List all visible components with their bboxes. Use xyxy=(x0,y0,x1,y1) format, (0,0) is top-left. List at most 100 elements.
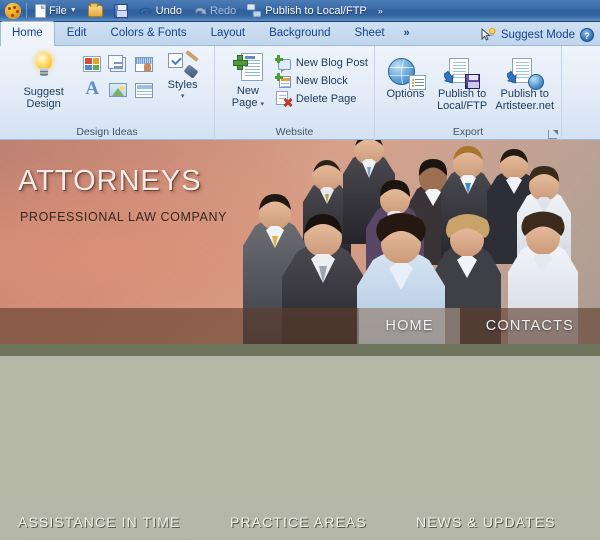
suggest-design-button[interactable]: Suggest Design xyxy=(6,51,81,110)
delete-page-icon xyxy=(275,91,291,106)
website-preview[interactable]: ATTORNEYS PROFESSIONAL LAW COMPANY HOME … xyxy=(0,140,600,540)
column-practice-areas: PRACTICE AREAS › Lorem ipsum dolor sit C… xyxy=(218,514,408,540)
group-title-website: Website xyxy=(275,126,314,138)
page-layout-icon[interactable] xyxy=(133,79,155,101)
publish-ftp-label: Publish to Local/FTP xyxy=(265,4,367,17)
undo-label: Undo xyxy=(155,4,182,17)
document-icon xyxy=(35,3,46,18)
ribbon-empty-area xyxy=(561,46,600,140)
help-icon[interactable]: ? xyxy=(580,28,594,42)
new-blog-post-button[interactable]: New Blog Post xyxy=(274,55,368,73)
column-assistance-in-time: ASSISTANCE IN TIME xyxy=(0,514,218,540)
lightbulb-icon xyxy=(31,53,57,83)
photo-image-icon[interactable] xyxy=(107,79,129,101)
options-globe-icon xyxy=(388,58,427,90)
publish-local-ftp-label-line1: Publish to xyxy=(437,88,487,100)
save-button[interactable] xyxy=(111,3,131,19)
delete-page-button[interactable]: Delete Page xyxy=(275,91,368,106)
nav-link-contacts[interactable]: CONTACTS xyxy=(460,308,600,344)
column-heading-news-updates: NEWS & UPDATES xyxy=(416,514,556,530)
redo-arrow-icon xyxy=(193,5,207,17)
new-block-icon xyxy=(274,73,291,88)
artisteer-palette-icon[interactable] xyxy=(5,2,21,19)
suggest-mode-label[interactable]: Suggest Mode xyxy=(501,29,575,41)
ribbon: Suggest Design A Styles ▾ Design Ideas N… xyxy=(0,46,600,140)
tab-sheet[interactable]: Sheet xyxy=(342,21,396,45)
new-blog-post-label: New Blog Post xyxy=(295,56,368,69)
ribbon-tab-bar: Home Edit Colors & Fonts Layout Backgrou… xyxy=(0,21,600,46)
chevron-down-icon: ▾ xyxy=(180,93,185,100)
tab-colors-fonts[interactable]: Colors & Fonts xyxy=(99,21,199,45)
new-page-button[interactable]: New Page ▾ xyxy=(221,51,275,111)
duplicate-block-icon[interactable] xyxy=(107,53,129,75)
column-heading-practice-areas: PRACTICE AREAS xyxy=(230,514,367,530)
design-ideas-small-buttons: A xyxy=(81,53,157,103)
artisteer-window: File ▼ Undo Redo Publish to Local/FTP » … xyxy=(0,0,600,540)
website-body: New Page ▾ New Blog Post New Block Delet… xyxy=(215,46,374,125)
publish-local-ftp-icon xyxy=(442,58,481,89)
publish-to-local-ftp-button[interactable]: Publish to Local/FTP xyxy=(244,3,370,19)
checkbox-brush-icon xyxy=(167,50,199,79)
open-button[interactable] xyxy=(85,2,106,18)
suggest-design-label: Suggest Design xyxy=(23,86,64,110)
styles-button[interactable]: Styles ▾ xyxy=(157,50,208,100)
group-title-design-ideas: Design Ideas xyxy=(76,126,138,138)
site-banner: ATTORNEYS PROFESSIONAL LAW COMPANY HOME … xyxy=(0,140,600,356)
site-subtitle: PROFESSIONAL LAW COMPANY xyxy=(20,210,228,224)
content-columns: ASSISTANCE IN TIME PRACTICE AREAS NEWS &… xyxy=(0,496,600,540)
group-title-export: Export xyxy=(375,125,561,140)
open-folder-icon xyxy=(87,2,103,17)
site-title: ATTORNEYS xyxy=(18,165,202,197)
tab-edit[interactable]: Edit xyxy=(55,21,99,45)
new-page-label-line1: New xyxy=(236,85,259,97)
export-body: Options Publish to Local/FTP Publish to … xyxy=(375,46,561,125)
dialog-launcher-icon[interactable] xyxy=(548,130,558,139)
column-heading-assistance: ASSISTANCE IN TIME xyxy=(18,514,181,530)
publish-ftp-icon xyxy=(246,3,262,18)
design-ideas-body: Suggest Design A Styles ▾ xyxy=(0,46,214,125)
chevron-down-icon: ▾ xyxy=(260,101,265,108)
column-news-updates: NEWS & UPDATES 17 Apr Lorem ipsum dolor … xyxy=(408,514,598,540)
undo-button[interactable]: Undo xyxy=(136,4,185,18)
tab-layout[interactable]: Layout xyxy=(199,21,258,45)
banner-bottom-border xyxy=(0,344,600,356)
publish-artisteer-icon xyxy=(505,58,544,90)
tab-home[interactable]: Home xyxy=(0,21,55,46)
color-tiles-icon[interactable] xyxy=(81,53,103,75)
nav-link-home[interactable]: HOME xyxy=(359,308,460,344)
redo-label: Redo xyxy=(209,4,237,17)
new-block-button[interactable]: New Block xyxy=(274,73,368,88)
new-blog-post-icon xyxy=(274,55,291,73)
new-block-label: New Block xyxy=(295,74,348,87)
redo-button[interactable]: Redo xyxy=(190,4,239,18)
quick-access-overflow-button[interactable]: » xyxy=(375,5,386,17)
site-content: ASSISTANCE IN TIME PRACTICE AREAS NEWS &… xyxy=(0,496,600,540)
save-disk-icon xyxy=(113,3,128,18)
toolbar-divider xyxy=(26,3,27,18)
delete-page-label: Delete Page xyxy=(295,92,357,105)
ribbon-tab-bar-right: Suggest Mode ? xyxy=(481,27,600,45)
tab-background[interactable]: Background xyxy=(257,21,342,45)
styles-label: Styles xyxy=(167,79,198,91)
website-actions: New Blog Post New Block Delete Page xyxy=(274,51,368,106)
font-letter-icon[interactable]: A xyxy=(81,79,103,101)
quick-access-toolbar: File ▼ Undo Redo Publish to Local/FTP » xyxy=(0,0,600,22)
ribbon-group-export: Options Publish to Local/FTP Publish to … xyxy=(374,46,561,140)
undo-arrow-icon xyxy=(139,5,153,17)
ribbon-group-website: New Page ▾ New Blog Post New Block Delet… xyxy=(214,46,374,140)
file-menu-label: File xyxy=(49,4,67,17)
tab-overflow[interactable]: » xyxy=(397,21,417,45)
new-page-icon xyxy=(232,53,263,85)
publish-artisteer-label-line2: Artisteer.net xyxy=(495,100,555,112)
file-menu-button[interactable]: File ▼ xyxy=(32,3,80,19)
publish-local-ftp-button[interactable]: Publish to Local/FTP xyxy=(432,54,493,112)
publish-artisteer-button[interactable]: Publish to Artisteer.net xyxy=(494,54,555,112)
chevron-down-icon: ▼ xyxy=(69,7,77,14)
ribbon-group-design-ideas: Suggest Design A Styles ▾ Design Ideas xyxy=(0,46,214,140)
cursor-lightbulb-icon xyxy=(481,27,496,42)
new-page-label-line2: Page ▾ xyxy=(231,97,265,109)
site-navbar: HOME CONTACTS xyxy=(0,308,600,344)
overflow-label: » xyxy=(377,5,383,16)
header-photo-icon[interactable] xyxy=(133,53,155,75)
options-button[interactable]: Options xyxy=(381,54,430,100)
